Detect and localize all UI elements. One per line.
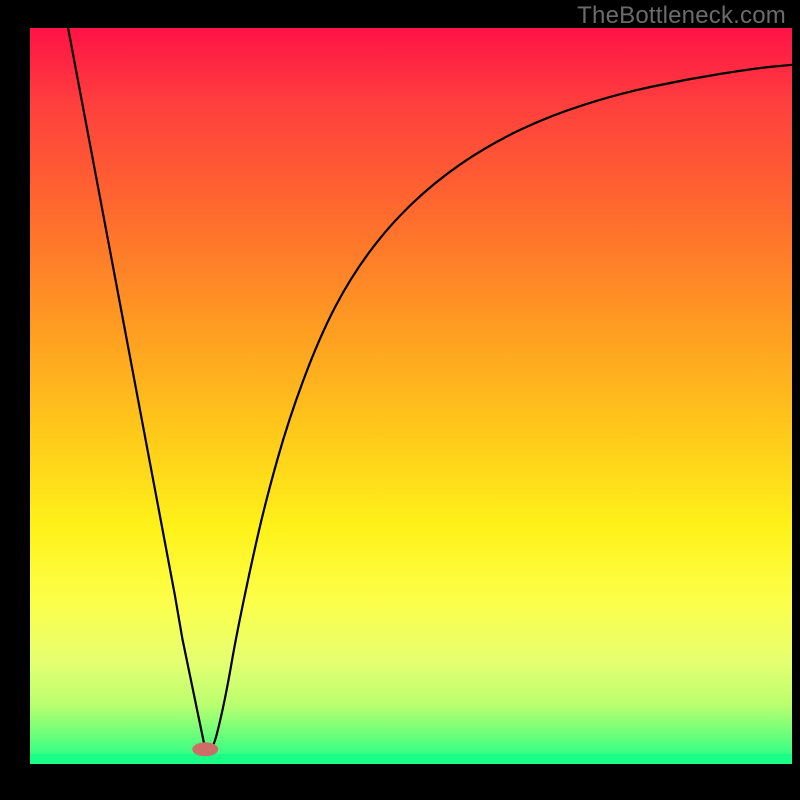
bottleneck-chart xyxy=(0,0,800,800)
green-bottom-strip xyxy=(30,754,792,764)
minimum-marker xyxy=(192,742,218,756)
watermark-text: TheBottleneck.com xyxy=(577,2,786,30)
chart-frame: TheBottleneck.com xyxy=(0,0,800,800)
plot-background xyxy=(30,28,792,764)
